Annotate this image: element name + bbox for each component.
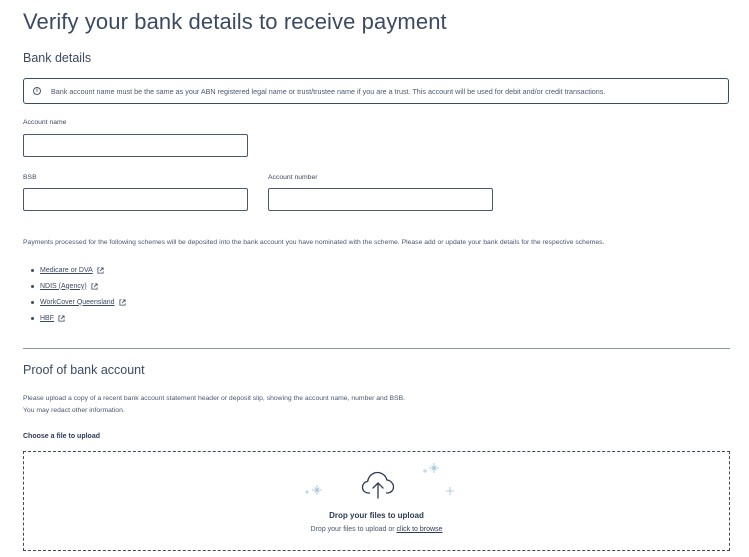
bsb-input[interactable]: [23, 188, 248, 211]
bullet: [31, 268, 34, 272]
drop-title: Drop your files to upload: [329, 511, 424, 520]
cloud-upload-icon: [361, 471, 395, 499]
drop-subtitle: Drop your files to upload or click to br…: [24, 526, 729, 533]
bank-details-heading: Bank details: [23, 51, 92, 65]
scheme-link-ndis[interactable]: NDIS (Agency): [40, 283, 87, 290]
file-dropzone[interactable]: Drop your files to upload Drop your file…: [23, 451, 730, 551]
scheme-link-workcover[interactable]: WorkCover Queensland: [40, 299, 115, 306]
proof-heading: Proof of bank account: [23, 363, 145, 377]
info-icon: i: [33, 87, 41, 95]
bullet: [31, 316, 34, 320]
scheme-item-hbf: HBF: [31, 310, 126, 326]
proof-instructions: Please upload a copy of a recent bank ac…: [23, 395, 405, 402]
browse-link[interactable]: click to browse: [397, 526, 443, 533]
scheme-item-medicare: Medicare or DVA: [31, 262, 126, 278]
page-title: Verify your bank details to receive paym…: [23, 9, 447, 34]
external-link-icon: [97, 266, 104, 274]
bsb-label: BSB: [23, 174, 37, 181]
account-name-label: Account name: [23, 119, 67, 126]
upload-label: Choose a file to upload: [23, 433, 101, 440]
scheme-item-workcover: WorkCover Queensland: [31, 294, 126, 310]
account-number-input[interactable]: [268, 188, 493, 211]
sparkle-icon: [423, 463, 439, 473]
bullet: [31, 300, 34, 304]
scheme-item-ndis: NDIS (Agency): [31, 278, 126, 294]
sparkle-icon: [305, 485, 322, 495]
external-link-icon: [91, 282, 98, 290]
account-number-label: Account number: [268, 174, 318, 181]
sparkle-icon: [446, 487, 454, 495]
external-link-icon: [119, 298, 126, 306]
section-divider: [23, 348, 730, 349]
proof-redact-note: You may redact other information.: [23, 407, 125, 414]
bank-account-info-box: i Bank account name must be the same as …: [23, 78, 729, 104]
info-text: Bank account name must be the same as yo…: [51, 86, 606, 96]
scheme-list: Medicare or DVA NDIS (Agency) WorkCover …: [31, 262, 126, 326]
account-name-input[interactable]: [23, 134, 248, 157]
scheme-link-hbf[interactable]: HBF: [40, 315, 54, 322]
scheme-link-medicare[interactable]: Medicare or DVA: [40, 267, 93, 274]
bullet: [31, 284, 34, 288]
external-link-icon: [58, 314, 65, 322]
schemes-intro: Payments processed for the following sch…: [23, 239, 605, 246]
drop-subtitle-text: Drop your files to upload or: [310, 526, 395, 533]
